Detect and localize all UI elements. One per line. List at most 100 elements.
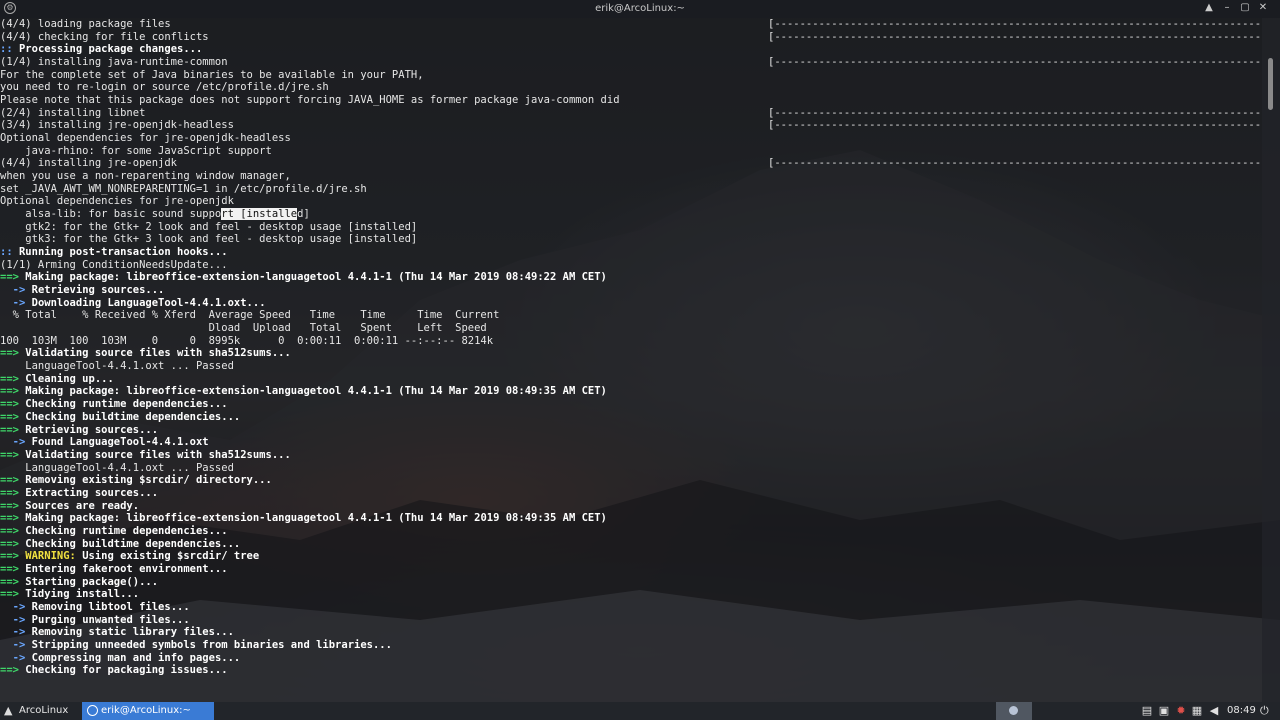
scrollbar-thumb[interactable] [1268,58,1273,110]
terminal-line: ==> Removing existing $srcdir/ directory… [0,474,1262,487]
line-prefix: ==> [0,410,19,423]
line-prefix: ==> [0,372,19,385]
line-body: Dload Upload Total Spent Left Speed [0,322,487,335]
line-body: Retrieving sources... [25,284,165,297]
workspace-switcher[interactable] [996,702,1032,720]
line-prefix: ==> [0,550,19,563]
line-body: when you use a non-reparenting window ma… [0,170,291,183]
terminal-line-text: ==> Removing existing $srcdir/ directory… [0,474,272,487]
terminal-line: (4/4) loading package files [------------… [0,18,1262,31]
terminal-line: ==> Retrieving sources... [0,424,1262,437]
line-body: Making package: libreoffice-extension-la… [18,385,607,398]
line-body: Checking for packaging issues... [18,664,228,677]
terminal-app-icon [87,705,98,716]
terminal-line-text: % Total % Received % Xferd Average Speed… [0,309,500,322]
terminal-line: when you use a non-reparenting window ma… [0,170,1262,183]
line-prefix: ==> [0,664,19,677]
text-selection[interactable]: rt [installe [221,208,298,221]
terminal-line: -> Removing libtool files... [0,601,1262,614]
line-body: Using existing $srcdir/ tree [75,550,260,563]
terminal-line-text: ==> WARNING: Using existing $srcdir/ tre… [0,550,259,563]
terminal-line: :: Running post-transaction hooks... [0,246,1262,259]
terminal-line: (1/4) installing java-runtime-common [---… [0,56,1262,69]
line-prefix: ==> [0,575,19,588]
terminal-line-text: ==> Retrieving sources... [0,424,158,437]
terminal-line: -> Removing static library files... [0,626,1262,639]
line-body: Removing existing $srcdir/ directory... [18,474,272,487]
line-prefix: -> [0,638,26,651]
terminal-line: (2/4) installing libnet [----------------… [0,107,1262,120]
terminal-line: ==> Sources are ready. [0,500,1262,513]
start-menu-button[interactable]: ▲ ArcoLinux [0,702,80,720]
line-body: Please note that this package does not s… [0,94,620,107]
line-prefix: ==> [0,524,19,537]
line-body: Validating source files with sha512sums.… [18,448,291,461]
terminal-line: -> Found LanguageTool-4.4.1.oxt [0,436,1262,449]
terminal-line-text: -> Found LanguageTool-4.4.1.oxt [0,436,209,449]
maximize-icon[interactable]: ▢ [1238,2,1252,13]
terminal-line-text: ==> Sources are ready. [0,500,139,513]
terminal-line-text: -> Removing libtool files... [0,601,190,614]
terminal-line: ==> Tidying install... [0,588,1262,601]
terminal-line-text: Optional dependencies for jre-openjdk [0,195,234,208]
terminal-line-text: ==> Extracting sources... [0,487,158,500]
terminal-line: set _JAVA_AWT_WM_NONREPARENTING=1 in /et… [0,183,1262,196]
line-body: Checking runtime dependencies... [18,398,228,411]
terminal-line-text: Optional dependencies for jre-openjdk-he… [0,132,291,145]
terminal-line: java-rhino: for some JavaScript support [0,145,1262,158]
terminal-line-text: when you use a non-reparenting window ma… [0,170,291,183]
line-prefix: ==> [0,486,19,499]
clock[interactable]: 08:49 [1227,705,1256,716]
network-icon[interactable]: ▦ [1190,704,1204,717]
line-prefix: -> [0,626,26,639]
line-prefix: ==> [0,537,19,550]
line-body: (1/4) installing java-runtime-common [0,56,228,69]
terminal-line: (1/1) Arming ConditionNeedsUpdate... [0,259,1262,272]
terminal-line-text: alsa-lib: for basic sound support [insta… [0,208,310,221]
terminal-line-text: you need to re-login or source /etc/prof… [0,81,329,94]
line-prefix: -> [0,613,26,626]
progress-bar-text: [---------------------------------------… [768,119,1262,132]
line-body: Entering fakeroot environment... [18,562,228,575]
progress-bar-text: [---------------------------------------… [768,157,1262,170]
task-label: erik@ArcoLinux:~ [101,705,191,716]
workspace-indicator-icon [1009,706,1018,715]
terminal-line: -> Downloading LanguageTool-4.4.1.oxt... [0,297,1262,310]
keep-above-icon[interactable]: ▲ [1202,2,1216,13]
line-prefix: -> [0,296,26,309]
line-prefix: ==> [0,562,19,575]
terminal-line-text: ==> Tidying install... [0,588,139,601]
terminal-line-text: -> Retrieving sources... [0,284,165,297]
terminal-line-text: ==> Checking buildtime dependencies... [0,411,240,424]
volume-icon[interactable]: ◀ [1207,704,1221,717]
line-prefix: ==> [0,271,19,284]
line-prefix: ==> [0,347,19,360]
terminal-line-text: ==> Making package: libreoffice-extensio… [0,385,607,398]
terminal-output[interactable]: (4/4) loading package files [------------… [0,18,1262,702]
window-titlebar[interactable]: ⚙ erik@ArcoLinux:~ ▲ – ▢ ✕ [0,0,1280,18]
terminal-scrollbar[interactable] [1262,18,1280,702]
line-body: Sources are ready. [18,499,140,512]
terminal-line-text: For the complete set of Java binaries to… [0,69,424,82]
line-body: set _JAVA_AWT_WM_NONREPARENTING=1 in /et… [0,182,367,195]
terminal-line-text: ==> Making package: libreoffice-extensio… [0,271,607,284]
line-body: Validating source files with sha512sums.… [18,347,291,360]
line-prefix: ==> [0,423,19,436]
lock-icon[interactable]: ▣ [1157,704,1171,717]
power-icon[interactable]: ⏻ [1260,704,1269,718]
close-icon[interactable]: ✕ [1256,2,1270,13]
terminal-line: ==> Starting package()... [0,576,1262,589]
terminal-line-text: ==> Validating source files with sha512s… [0,347,291,360]
clipboard-icon[interactable]: ▤ [1140,704,1154,717]
line-body: Running post-transaction hooks... [12,246,228,259]
terminal-line: ==> Extracting sources... [0,487,1262,500]
line-body: Removing static library files... [25,626,234,639]
task-button-terminal[interactable]: erik@ArcoLinux:~ [82,702,214,720]
terminal-line-text: (1/4) installing java-runtime-common [0,56,228,69]
update-icon[interactable]: ✹ [1174,704,1188,717]
terminal-line-text: -> Compressing man and info pages... [0,652,241,665]
minimize-icon[interactable]: – [1220,2,1234,13]
terminal-line-text: gtk2: for the Gtk+ 2 look and feel - des… [0,221,417,234]
terminal-line: :: Processing package changes... [0,43,1262,56]
terminal-line: Dload Upload Total Spent Left Speed [0,322,1262,335]
